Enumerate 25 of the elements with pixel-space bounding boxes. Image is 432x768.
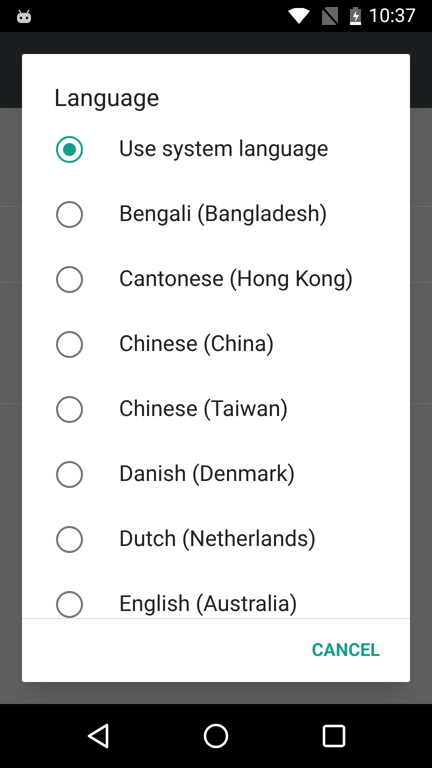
recents-icon[interactable] (322, 724, 346, 748)
radio-button[interactable] (56, 526, 83, 553)
radio-button[interactable] (56, 266, 83, 293)
language-option[interactable]: Chinese (China) (22, 312, 410, 377)
radio-button[interactable] (56, 591, 83, 618)
dialog-title: Language (53, 83, 160, 114)
battery-charging-icon (350, 7, 361, 25)
clock: 10:37 (368, 2, 416, 29)
language-option[interactable]: Dutch (Netherlands) (22, 507, 410, 572)
radio-button[interactable] (56, 201, 83, 228)
language-option[interactable]: Chinese (Taiwan) (22, 377, 410, 442)
radio-button[interactable] (56, 461, 83, 488)
back-icon[interactable] (86, 723, 110, 749)
wifi-icon (288, 8, 310, 24)
language-option[interactable]: Bengali (Bangladesh) (22, 182, 410, 247)
no-sim-icon (322, 7, 338, 25)
radio-button[interactable] (56, 136, 83, 163)
language-option[interactable]: English (Australia) (22, 572, 410, 618)
language-option[interactable]: Cantonese (Hong Kong) (22, 247, 410, 312)
home-icon[interactable] (202, 723, 229, 749)
android-icon (16, 9, 32, 23)
radio-button[interactable] (56, 396, 83, 423)
radio-button[interactable] (56, 331, 83, 358)
language-option[interactable]: Danish (Denmark) (22, 442, 410, 507)
language-option[interactable]: Use system language (22, 117, 410, 182)
